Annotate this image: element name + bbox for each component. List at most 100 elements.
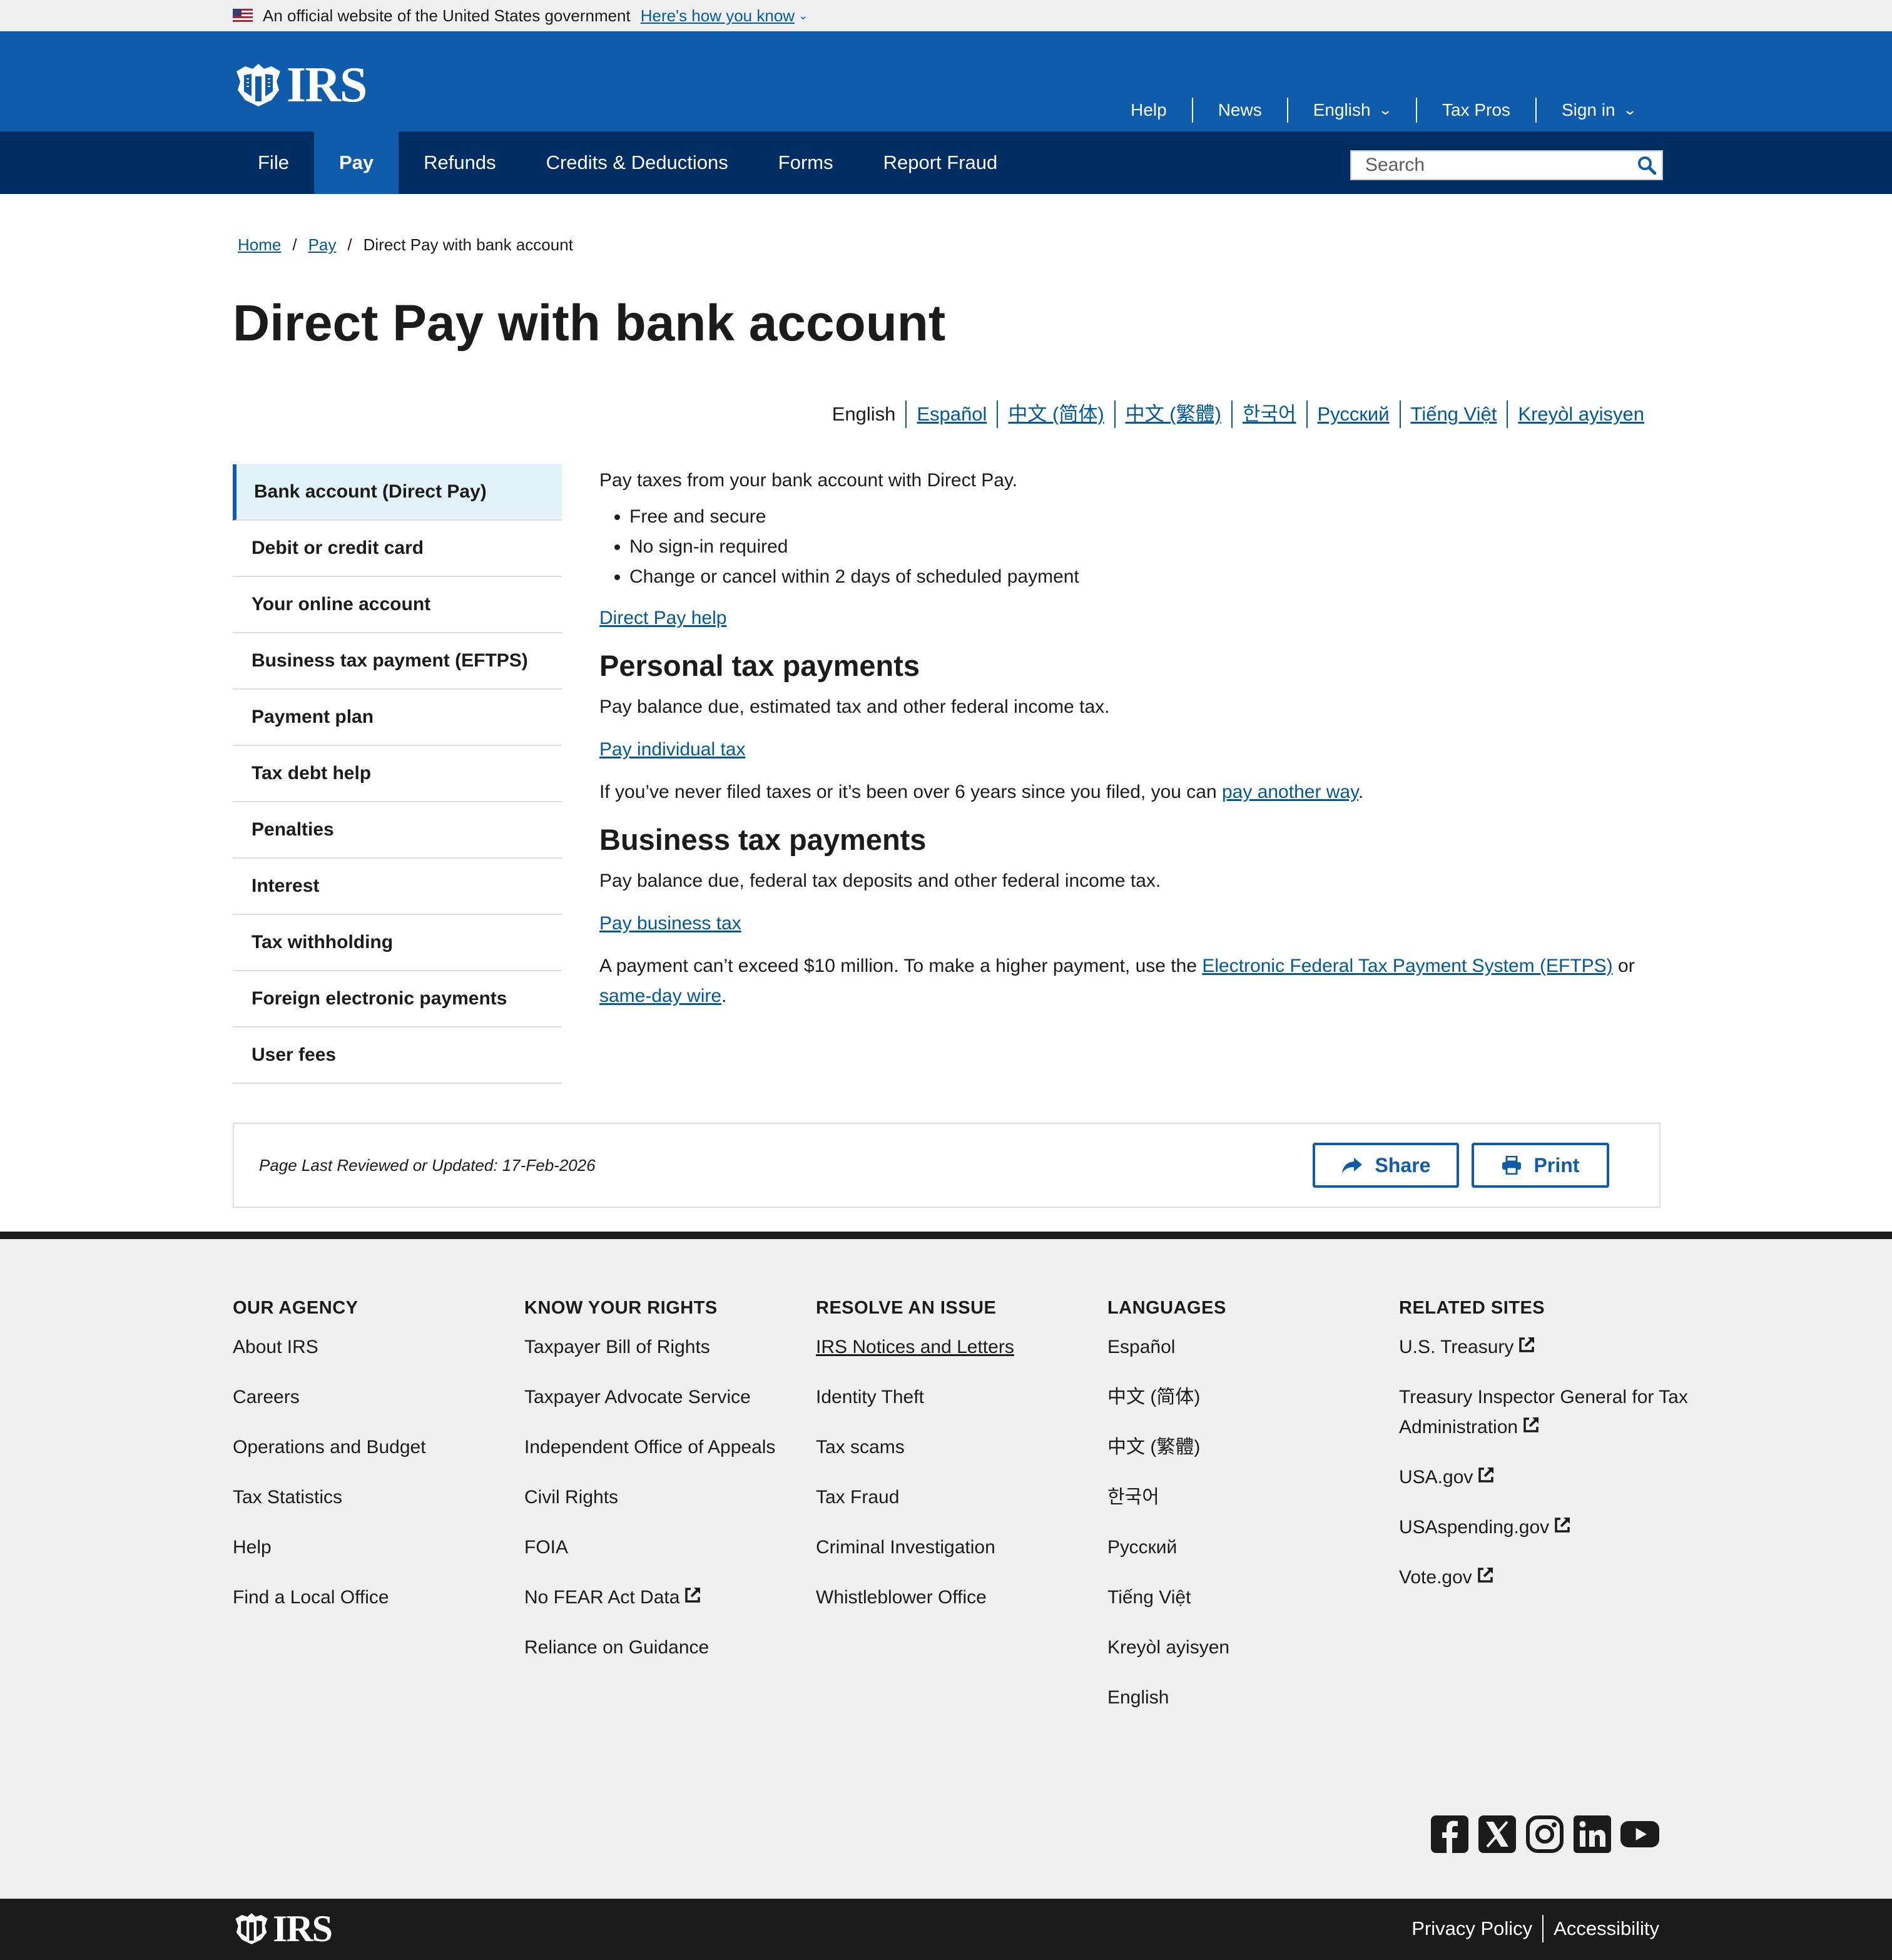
x-icon[interactable] <box>1478 1815 1517 1854</box>
print-button[interactable]: Print <box>1472 1143 1609 1188</box>
sidenav-item-user-fees[interactable]: User fees <box>233 1028 562 1084</box>
language-link[interactable]: Русский <box>1306 401 1400 428</box>
util-nav-news[interactable]: News <box>1191 98 1287 123</box>
footer-link-civil-rights[interactable]: Civil Rights <box>524 1483 816 1513</box>
share-button[interactable]: Share <box>1313 1143 1459 1188</box>
footer-link-label: Treasury Inspector General for Tax Admin… <box>1399 1387 1688 1437</box>
sidenav-item-penalties[interactable]: Penalties <box>233 802 562 859</box>
util-nav-tax-pros[interactable]: Tax Pros <box>1416 98 1535 123</box>
footer-link-tax-scams[interactable]: Tax scams <box>816 1432 1107 1462</box>
language-link[interactable]: Kreyòl ayisyen <box>1507 401 1654 428</box>
util-nav-english[interactable]: English ⌄ <box>1286 98 1416 123</box>
language-link[interactable]: Tiếng Việt <box>1399 401 1507 428</box>
sidenav-item-tax-debt-help[interactable]: Tax debt help <box>233 746 562 802</box>
sidenav-item-foreign-electronic-payments[interactable]: Foreign electronic payments <box>233 971 562 1028</box>
footer-link-help[interactable]: Help <box>233 1533 524 1563</box>
nav-forms[interactable]: Forms <box>753 131 858 194</box>
footer-link-label: Civil Rights <box>524 1487 619 1508</box>
sidenav-item-bank-account-direct-pay[interactable]: Bank account (Direct Pay) <box>233 464 562 521</box>
language-current: English <box>832 403 896 425</box>
footer-link-vote-gov[interactable]: Vote.gov <box>1399 1563 1691 1593</box>
footer-link-tax-statistics[interactable]: Tax Statistics <box>233 1483 524 1513</box>
footer-link-taxpayer-advocate-service[interactable]: Taxpayer Advocate Service <box>524 1382 816 1412</box>
footer-link-krey-l-ayisyen[interactable]: Kreyòl ayisyen <box>1107 1633 1399 1663</box>
footer-column-languages: LANGUAGES Español 中文 (简体) 中文 (繁體) 한국어 Русский… <box>1107 1298 1399 1733</box>
footer-link-item[interactable]: 中文 (简体) <box>1107 1382 1399 1412</box>
footer-legal-privacy-policy[interactable]: Privacy Policy <box>1401 1915 1542 1942</box>
direct-pay-help-link[interactable]: Direct Pay help <box>599 608 726 628</box>
footer-link-item[interactable]: Русский <box>1107 1533 1399 1563</box>
footer-link-careers[interactable]: Careers <box>233 1382 524 1412</box>
external-link-icon <box>1555 1518 1570 1533</box>
sidenav-item-business-tax-payment-eftps[interactable]: Business tax payment (EFTPS) <box>233 633 562 690</box>
language-link[interactable]: 中文 (简体) <box>997 401 1114 428</box>
nav-refunds[interactable]: Refunds <box>399 131 521 194</box>
util-nav-label: English <box>1313 100 1371 120</box>
nav-pay[interactable]: Pay <box>313 131 399 194</box>
footer-link-usa-gov[interactable]: USA.gov <box>1399 1462 1691 1493</box>
breadcrumb-separator: / <box>347 235 352 254</box>
breadcrumb: Home / Pay / Direct Pay with bank account <box>238 235 573 255</box>
footer-column-know-your-rights: KNOW YOUR RIGHTS Taxpayer Bill of Rights T… <box>524 1298 816 1733</box>
irs-logo[interactable]: IRS <box>233 58 367 113</box>
footer-link-item[interactable]: 中文 (繁體) <box>1107 1432 1399 1462</box>
footer-link-label: English <box>1107 1687 1169 1708</box>
footer-link-ti-ng-vi-t[interactable]: Tiếng Việt <box>1107 1583 1399 1613</box>
footer-link-find-a-local-office[interactable]: Find a Local Office <box>233 1583 524 1613</box>
footer-legal-accessibility[interactable]: Accessibility <box>1542 1915 1659 1942</box>
footer-link-tax-fraud[interactable]: Tax Fraud <box>816 1483 1107 1513</box>
footer-link-whistleblower-office[interactable]: Whistleblower Office <box>816 1583 1107 1613</box>
footer-link-label: Independent Office of Appeals <box>524 1437 776 1457</box>
footer-link-treasury-inspector-general-for-tax-administration[interactable]: Treasury Inspector General for Tax Admin… <box>1399 1382 1691 1442</box>
sidenav-item-tax-withholding[interactable]: Tax withholding <box>233 915 562 971</box>
footer-link-irs-notices-and-letters[interactable]: IRS Notices and Letters <box>816 1332 1107 1362</box>
irs-footer-logo[interactable]: IRS <box>233 1910 333 1947</box>
youtube-icon[interactable] <box>1620 1815 1659 1854</box>
language-link[interactable]: 한국어 <box>1231 401 1306 428</box>
logo-text: IRS <box>287 58 367 113</box>
search-placeholder: Search <box>1365 155 1425 175</box>
pay-another-way-link[interactable]: pay another way <box>1222 782 1358 802</box>
facebook-icon[interactable] <box>1430 1815 1469 1854</box>
linkedin-icon[interactable] <box>1573 1815 1612 1854</box>
footer-heading: LANGUAGES <box>1107 1298 1226 1318</box>
footer-link-label: 한국어 <box>1107 1487 1159 1508</box>
footer-link-identity-theft[interactable]: Identity Theft <box>816 1382 1107 1412</box>
breadcrumb-pay[interactable]: Pay <box>308 235 337 255</box>
footer-link-criminal-investigation[interactable]: Criminal Investigation <box>816 1533 1107 1563</box>
pay-business-tax-link[interactable]: Pay business tax <box>599 913 741 934</box>
chevron-down-icon[interactable]: ⌄ <box>798 9 808 23</box>
heres-how-you-know-link[interactable]: Here's how you know <box>641 6 795 26</box>
pay-individual-tax-link[interactable]: Pay individual tax <box>599 739 745 760</box>
footer-link-english[interactable]: English <box>1107 1683 1399 1713</box>
breadcrumb-home[interactable]: Home <box>238 235 281 255</box>
language-link[interactable]: 中文 (繁體) <box>1114 401 1231 428</box>
eftps-link[interactable]: Electronic Federal Tax Payment System (E… <box>1202 956 1612 976</box>
footer-link-no-fear-act-data[interactable]: No FEAR Act Data <box>524 1583 816 1613</box>
footer-link-about-irs[interactable]: About IRS <box>233 1332 524 1362</box>
sidenav-item-your-online-account[interactable]: Your online account <box>233 577 562 633</box>
footer-link-foia[interactable]: FOIA <box>524 1533 816 1563</box>
footer-link-label: USA.gov <box>1399 1467 1473 1488</box>
search-input[interactable]: Search <box>1350 150 1663 180</box>
nav-file[interactable]: File <box>233 131 314 194</box>
same-day-wire-link[interactable]: same-day wire <box>599 986 721 1006</box>
language-link[interactable]: Español <box>905 401 997 428</box>
sidenav-item-payment-plan[interactable]: Payment plan <box>233 690 562 746</box>
search-icon[interactable] <box>1632 150 1662 180</box>
footer-link-reliance-on-guidance[interactable]: Reliance on Guidance <box>524 1633 816 1663</box>
nav-credits-deductions[interactable]: Credits & Deductions <box>521 131 753 194</box>
sidenav-item-debit-or-credit-card[interactable]: Debit or credit card <box>233 521 562 577</box>
nav-report-fraud[interactable]: Report Fraud <box>858 131 1023 194</box>
sidenav-item-interest[interactable]: Interest <box>233 859 562 915</box>
footer-link-item[interactable]: 한국어 <box>1107 1483 1399 1513</box>
footer-link-usaspending-gov[interactable]: USAspending.gov <box>1399 1513 1691 1543</box>
footer-link-independent-office-of-appeals[interactable]: Independent Office of Appeals <box>524 1432 816 1462</box>
util-nav-sign-in[interactable]: Sign in ⌄ <box>1535 98 1661 123</box>
footer-link-taxpayer-bill-of-rights[interactable]: Taxpayer Bill of Rights <box>524 1332 816 1362</box>
footer-link-u-s-treasury[interactable]: U.S. Treasury <box>1399 1332 1691 1362</box>
footer-link-espa-ol[interactable]: Español <box>1107 1332 1399 1362</box>
util-nav-help[interactable]: Help <box>1106 98 1192 123</box>
instagram-icon[interactable] <box>1525 1815 1564 1854</box>
footer-link-operations-and-budget[interactable]: Operations and Budget <box>233 1432 524 1462</box>
